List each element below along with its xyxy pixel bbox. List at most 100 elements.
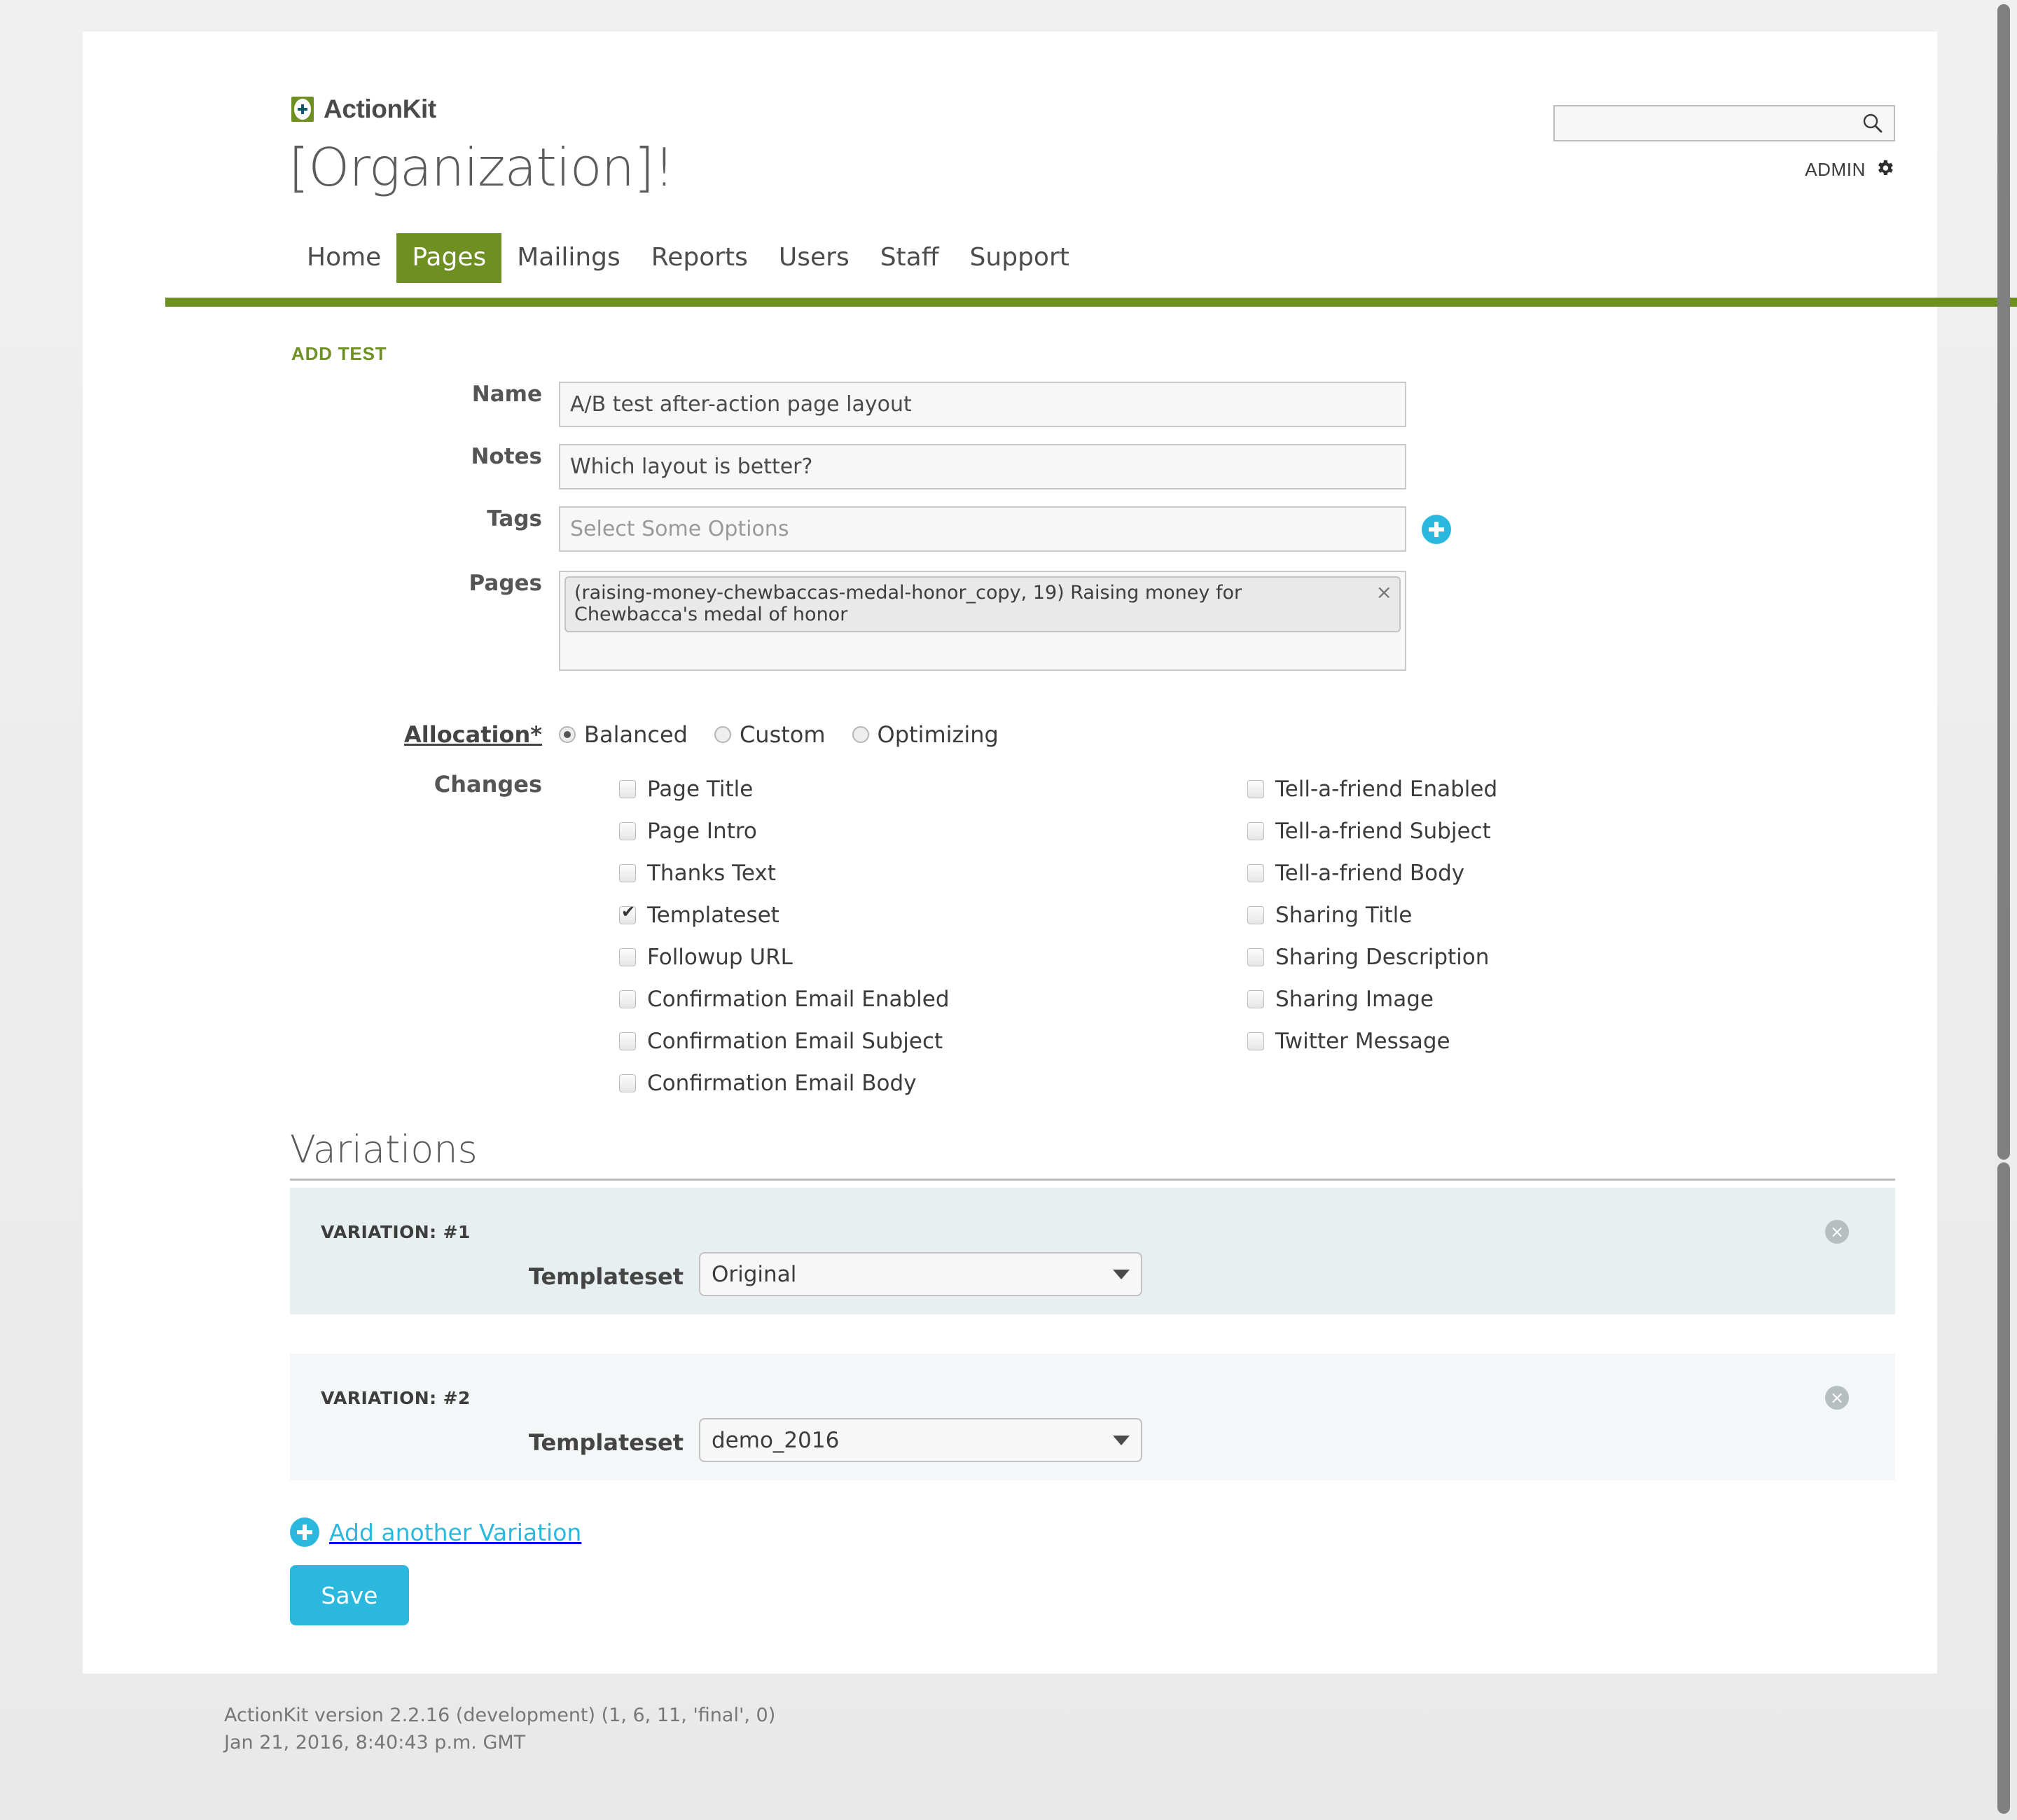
checkbox-followup-url[interactable]: Followup URL (619, 936, 950, 978)
plus-circle-icon (1422, 515, 1451, 544)
checkbox-sharing-description[interactable]: Sharing Description (1247, 936, 1497, 978)
checkbox-label: Tell-a-friend Enabled (1275, 777, 1498, 802)
checkbox-label: Sharing Description (1275, 945, 1490, 970)
admin-label: ADMIN (1805, 159, 1866, 180)
search-icon[interactable] (1862, 112, 1884, 134)
page-content-panel: ActionKit [Organization]! ADMIN Home Pag… (83, 32, 2017, 1674)
search-input[interactable] (1555, 106, 1862, 140)
label-pages: Pages (469, 571, 542, 596)
nav-tab-home[interactable]: Home (291, 233, 396, 283)
add-tag-button[interactable] (1422, 515, 1451, 548)
nav-tab-staff[interactable]: Staff (865, 233, 955, 283)
chevron-down-icon (1113, 1269, 1130, 1279)
footer-version: ActionKit version 2.2.16 (development) (… (224, 1704, 776, 1726)
checkbox-label: Twitter Message (1275, 1029, 1450, 1054)
checkbox-icon (619, 948, 636, 966)
tags-input[interactable] (559, 506, 1406, 552)
checkbox-icon (619, 822, 636, 840)
remove-variation-button-1[interactable]: × (1825, 1220, 1849, 1244)
nav-tab-mailings[interactable]: Mailings (501, 233, 636, 283)
checkbox-page-title[interactable]: Page Title (619, 768, 950, 810)
scrollbar-thumb-lower[interactable] (1997, 1162, 2010, 1814)
brand-logo[interactable]: ActionKit (291, 95, 436, 124)
checkbox-twitter-message[interactable]: Twitter Message (1247, 1020, 1497, 1062)
label-templateset: Templateset (528, 1429, 684, 1456)
checkbox-label: Confirmation Email Body (647, 1071, 917, 1096)
label-tags: Tags (487, 506, 542, 532)
brand-name: ActionKit (324, 95, 436, 123)
checkbox-page-intro[interactable]: Page Intro (619, 810, 950, 852)
templateset-select-2[interactable]: demo_2016 (699, 1418, 1142, 1462)
pages-chip-label: (raising-money-chewbaccas-medal-honor_co… (574, 582, 1242, 626)
checkbox-icon (619, 780, 636, 798)
label-notes: Notes (471, 444, 542, 469)
checkbox-tell-a-friend-body[interactable]: Tell-a-friend Body (1247, 852, 1497, 894)
checkbox-tell-a-friend-enabled[interactable]: Tell-a-friend Enabled (1247, 768, 1497, 810)
save-button[interactable]: Save (290, 1565, 409, 1625)
checkbox-sharing-title[interactable]: Sharing Title (1247, 894, 1497, 936)
checkbox-icon (619, 1032, 636, 1050)
notes-input[interactable] (559, 444, 1406, 489)
templateset-select-1[interactable]: Original (699, 1252, 1142, 1296)
admin-menu[interactable]: ADMIN (1553, 158, 1895, 182)
checkbox-thanks-text[interactable]: Thanks Text (619, 852, 950, 894)
checkbox-label: Tell-a-friend Subject (1275, 819, 1491, 844)
nav-tab-pages[interactable]: Pages (396, 233, 502, 283)
checkbox-confirmation-email-subject[interactable]: Confirmation Email Subject (619, 1020, 950, 1062)
checkbox-icon (1247, 948, 1264, 966)
checkbox-icon (619, 990, 636, 1008)
gear-icon[interactable] (1874, 158, 1895, 182)
form-row-name: Name (83, 382, 1406, 427)
label-allocation: Allocation* (403, 721, 542, 748)
nav-tab-reports[interactable]: Reports (636, 233, 763, 283)
scrollbar-thumb-upper[interactable] (1997, 4, 2010, 1160)
page-title: [Organization]! (289, 137, 674, 198)
checkbox-tell-a-friend-subject[interactable]: Tell-a-friend Subject (1247, 810, 1497, 852)
form-row-pages: Pages (raising-money-chewbaccas-medal-ho… (83, 571, 1406, 671)
remove-variation-button-2[interactable]: × (1825, 1386, 1849, 1410)
changes-column-left: Page Title Page Intro Thanks Text Templa… (619, 768, 950, 1104)
form-row-tags: Tags (83, 506, 1451, 552)
section-heading-add-test: ADD TEST (291, 343, 387, 364)
form-row-notes: Notes (83, 444, 1406, 489)
nav-tab-support[interactable]: Support (955, 233, 1085, 283)
radio-dot-icon (559, 726, 576, 743)
pages-multiselect[interactable]: (raising-money-chewbaccas-medal-honor_co… (559, 571, 1406, 671)
close-icon[interactable]: × (1376, 581, 1392, 604)
checkbox-icon (1247, 990, 1264, 1008)
label-changes: Changes (434, 771, 542, 798)
checkbox-confirmation-email-enabled[interactable]: Confirmation Email Enabled (619, 978, 950, 1020)
radio-label: Optimizing (877, 721, 999, 748)
vertical-scrollbar[interactable] (1989, 0, 2017, 1820)
nav-tab-users[interactable]: Users (763, 233, 865, 283)
select-value: Original (712, 1261, 797, 1287)
checkbox-sharing-image[interactable]: Sharing Image (1247, 978, 1497, 1020)
checkbox-label: Sharing Image (1275, 987, 1434, 1012)
checkbox-icon (1247, 822, 1264, 840)
footer: ActionKit version 2.2.16 (development) (… (224, 1702, 775, 1756)
radio-allocation-balanced[interactable]: Balanced (559, 721, 688, 748)
checkbox-label: Followup URL (647, 945, 793, 970)
variation-label: VARIATION: #2 (321, 1388, 471, 1408)
label-templateset: Templateset (528, 1263, 684, 1290)
changes-column-right: Tell-a-friend Enabled Tell-a-friend Subj… (1247, 768, 1497, 1062)
checkbox-icon (619, 1074, 636, 1092)
select-value: demo_2016 (712, 1427, 840, 1453)
checkbox-templateset[interactable]: Templateset (619, 894, 950, 936)
checkbox-label: Page Title (647, 777, 754, 802)
radio-allocation-custom[interactable]: Custom (714, 721, 826, 748)
add-variation-label: Add another Variation (329, 1518, 582, 1546)
radio-dot-icon (714, 726, 731, 743)
checkbox-label: Templateset (647, 903, 779, 928)
name-input[interactable] (559, 382, 1406, 427)
checkbox-label: Tell-a-friend Body (1275, 861, 1465, 886)
form-row-allocation: Allocation* Balanced Custom Optimizing (83, 721, 1025, 748)
pages-selected-chip: (raising-money-chewbaccas-medal-honor_co… (564, 576, 1401, 633)
add-variation-link[interactable]: Add another Variation (290, 1517, 581, 1547)
search-box[interactable] (1553, 105, 1895, 141)
checkbox-label: Confirmation Email Subject (647, 1029, 943, 1054)
radio-label: Balanced (584, 721, 688, 748)
section-heading-variations: Variations (290, 1127, 478, 1172)
checkbox-confirmation-email-body[interactable]: Confirmation Email Body (619, 1062, 950, 1104)
radio-allocation-optimizing[interactable]: Optimizing (852, 721, 999, 748)
